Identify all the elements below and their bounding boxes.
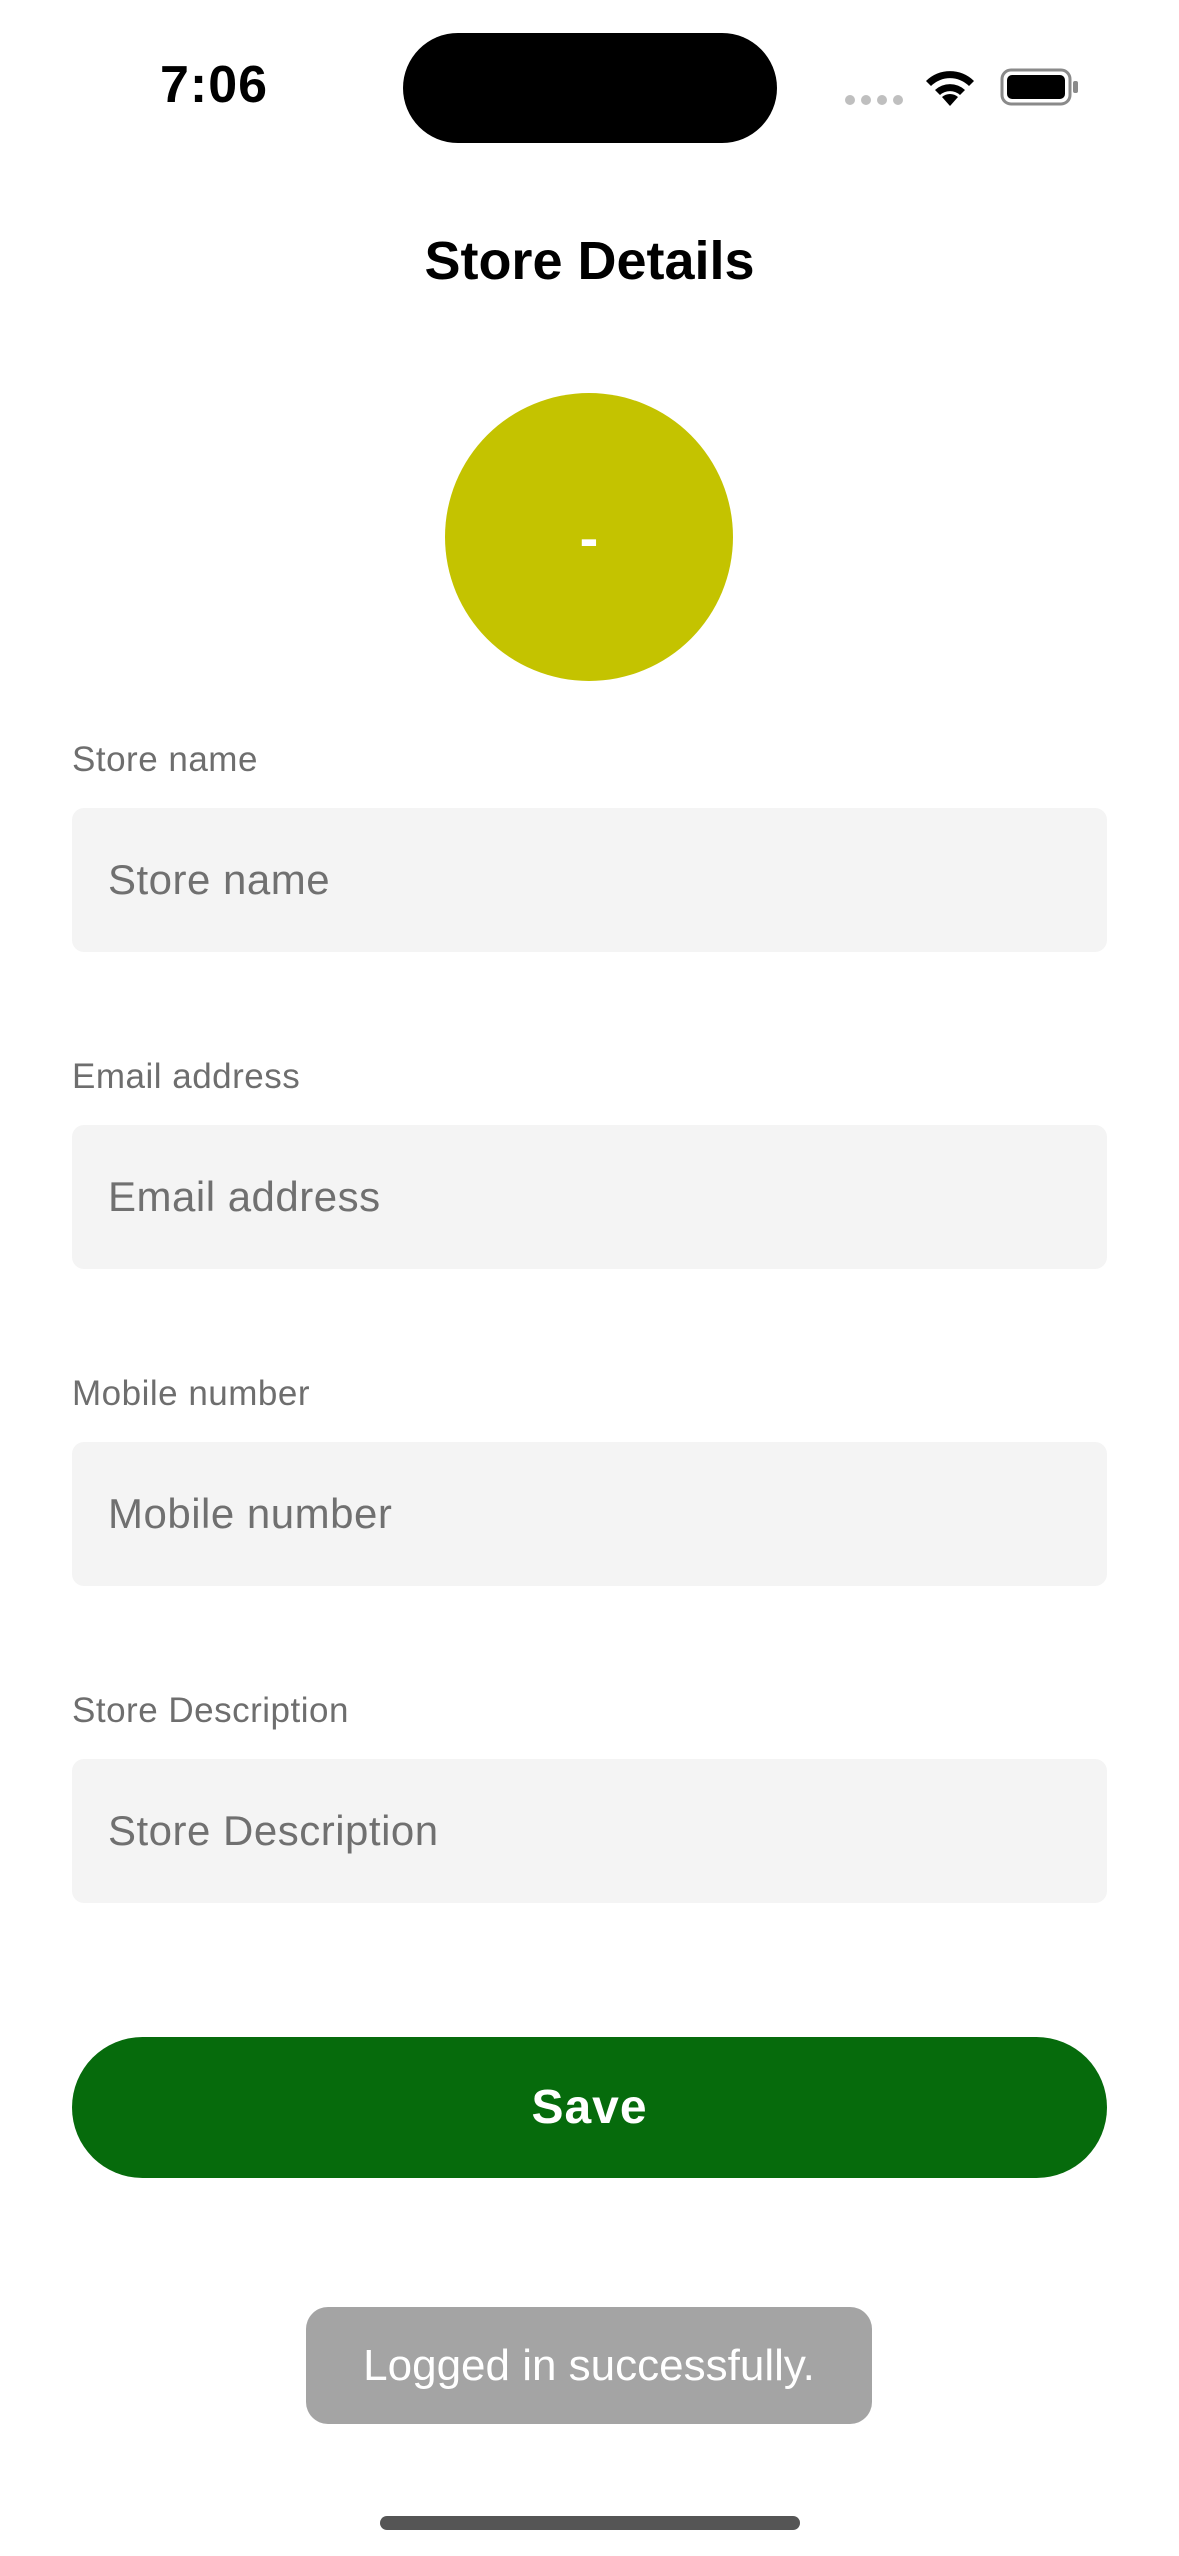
home-indicator[interactable] bbox=[380, 2516, 800, 2530]
store-name-input[interactable] bbox=[72, 808, 1107, 952]
save-button[interactable]: Save bbox=[72, 2037, 1107, 2178]
mobile-input[interactable] bbox=[72, 1442, 1107, 1586]
battery-icon bbox=[1000, 68, 1078, 106]
store-description-label: Store Description bbox=[72, 1691, 349, 1730]
store-name-label: Store name bbox=[72, 740, 258, 779]
store-description-input[interactable] bbox=[72, 1759, 1107, 1903]
avatar-initials: - bbox=[579, 505, 599, 569]
mobile-label: Mobile number bbox=[72, 1374, 310, 1413]
cellular-signal-icon bbox=[845, 95, 903, 105]
email-input[interactable] bbox=[72, 1125, 1107, 1269]
toast-message: Logged in successfully. bbox=[306, 2307, 872, 2424]
email-label: Email address bbox=[72, 1057, 301, 1096]
status-time: 7:06 bbox=[160, 56, 269, 114]
store-avatar[interactable]: - bbox=[445, 393, 733, 681]
page-title: Store Details bbox=[424, 231, 755, 291]
wifi-icon bbox=[926, 71, 974, 106]
dynamic-island bbox=[403, 33, 777, 143]
